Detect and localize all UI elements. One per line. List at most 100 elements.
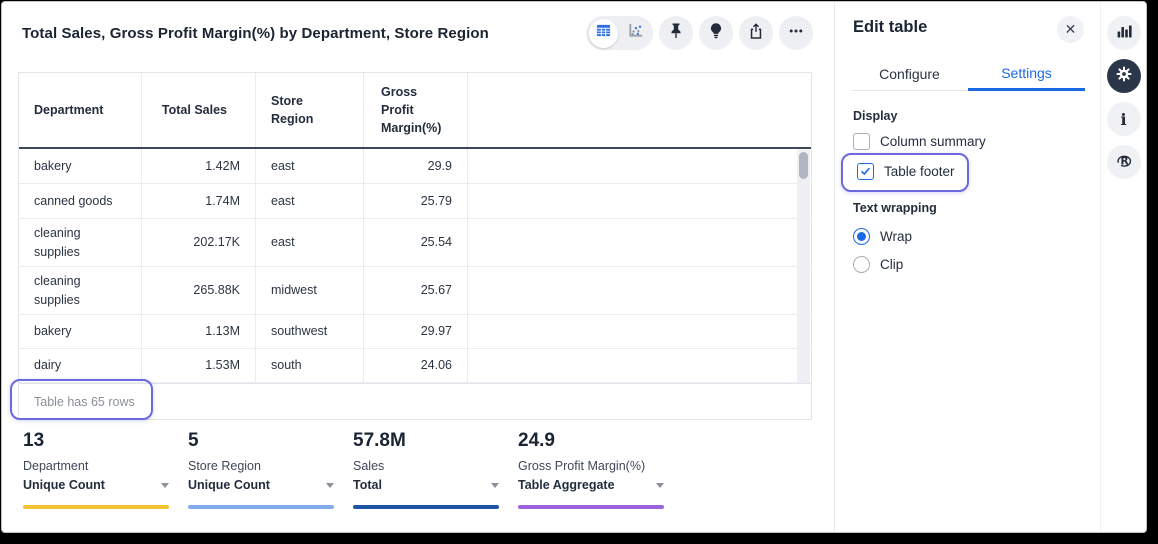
table-cell: [468, 267, 811, 314]
stat-field: Store Region: [188, 458, 334, 474]
checkbox-column-summary[interactable]: Column summary: [853, 133, 986, 150]
table-header-row: Department Total Sales Store Region Gros…: [19, 73, 811, 149]
table-footer: Table has 65 rows: [19, 383, 811, 419]
table-cell: east: [256, 219, 364, 266]
stat-store-region: 5 Store Region Unique Count: [188, 430, 334, 509]
stat-department: 13 Department Unique Count: [23, 430, 169, 509]
page-title: Total Sales, Gross Profit Margin(%) by D…: [22, 25, 489, 42]
table-cell: [468, 149, 811, 183]
insights-button[interactable]: [699, 16, 733, 50]
column-header-total-sales[interactable]: Total Sales: [142, 73, 256, 147]
more-icon: [787, 22, 805, 45]
table-view-button[interactable]: [589, 19, 618, 48]
radio-wrap[interactable]: Wrap: [853, 228, 912, 245]
stat-value: 13: [23, 430, 169, 452]
table-cell: [468, 349, 811, 382]
stat-field: Sales: [353, 458, 499, 474]
chevron-down-icon: [326, 483, 334, 488]
stat-gross-profit-margin: 24.9 Gross Profit Margin(%) Table Aggreg…: [518, 430, 664, 509]
visualization-button[interactable]: [1107, 16, 1141, 50]
text-wrapping-section-label: Text wrapping: [853, 201, 937, 215]
table-row: canned goods 1.74M east 25.79: [19, 184, 811, 219]
close-icon: ✕: [1065, 21, 1077, 38]
r-console-button[interactable]: R: [1107, 145, 1141, 179]
share-icon: [747, 22, 765, 45]
table-row: cleaning supplies 202.17K east 25.54: [19, 219, 811, 267]
table-row: cleaning supplies 265.88K midwest 25.67: [19, 267, 811, 315]
display-section-label: Display: [853, 109, 897, 123]
gear-icon: [1115, 65, 1133, 88]
edit-table-panel: Edit table ✕ Configure Settings Display …: [836, 2, 1100, 532]
share-button[interactable]: [739, 16, 773, 50]
column-header-store-region[interactable]: Store Region: [256, 73, 364, 147]
view-toggle: [586, 16, 653, 50]
stat-aggregation-dropdown[interactable]: Unique Count: [188, 477, 334, 494]
chart-toolbar: [586, 16, 813, 50]
table-row: bakery 1.42M east 29.9: [19, 149, 811, 184]
chart-view-icon: [627, 22, 644, 44]
more-button[interactable]: [779, 16, 813, 50]
app-window: Total Sales, Gross Profit Margin(%) by D…: [2, 2, 1146, 532]
checkbox-table-footer[interactable]: Table footer: [857, 163, 955, 180]
info-button[interactable]: i: [1107, 102, 1141, 136]
table-scrollbar[interactable]: [797, 150, 810, 383]
stat-aggregation-dropdown[interactable]: Table Aggregate: [518, 477, 664, 494]
report-canvas: Total Sales, Gross Profit Margin(%) by D…: [2, 2, 835, 532]
chevron-down-icon: [491, 483, 499, 488]
table-row: dairy 1.53M south 24.06: [19, 349, 811, 383]
pin-icon: [667, 22, 685, 45]
chart-view-button[interactable]: [621, 19, 650, 48]
tab-configure[interactable]: Configure: [851, 58, 968, 91]
stat-color-bar: [518, 505, 664, 509]
table-cell: 1.13M: [142, 315, 256, 348]
stat-color-bar: [23, 505, 169, 509]
stat-field: Department: [23, 458, 169, 474]
tab-settings[interactable]: Settings: [968, 58, 1085, 91]
svg-text:R: R: [1120, 155, 1128, 167]
radio-clip[interactable]: Clip: [853, 256, 903, 273]
column-header-department[interactable]: Department: [19, 73, 142, 147]
table-cell: [468, 219, 811, 266]
table-cell: 25.79: [364, 184, 468, 218]
table-row-count: Table has 65 rows: [34, 395, 135, 409]
table-cell: 202.17K: [142, 219, 256, 266]
data-table: Department Total Sales Store Region Gros…: [18, 72, 812, 420]
chevron-down-icon: [161, 483, 169, 488]
table-cell: 29.9: [364, 149, 468, 183]
table-cell: 1.42M: [142, 149, 256, 183]
stat-sales: 57.8M Sales Total: [353, 430, 499, 509]
table-cell: [468, 315, 811, 348]
close-button[interactable]: ✕: [1057, 16, 1084, 43]
stat-aggregation-dropdown[interactable]: Total: [353, 477, 499, 494]
bar-chart-icon: [1115, 22, 1133, 45]
settings-button[interactable]: [1107, 59, 1141, 93]
panel-tabs: Configure Settings: [851, 58, 1085, 91]
stat-value: 5: [188, 430, 334, 452]
column-header-gross-profit-margin[interactable]: Gross Profit Margin(%): [364, 73, 468, 147]
panel-title: Edit table: [853, 18, 927, 37]
info-icon: i: [1120, 110, 1126, 129]
table-cell: east: [256, 184, 364, 218]
stat-value: 24.9: [518, 430, 664, 452]
r-logo-icon: R: [1114, 150, 1134, 175]
table-cell: canned goods: [19, 184, 142, 218]
table-cell: bakery: [19, 315, 142, 348]
table-view-icon: [595, 22, 612, 44]
radio-unselected-icon: [853, 256, 870, 273]
checkbox-unchecked-icon: [853, 133, 870, 150]
table-cell: 24.06: [364, 349, 468, 382]
table-row: bakery 1.13M southwest 29.97: [19, 315, 811, 349]
lightbulb-icon: [707, 22, 725, 45]
table-cell: 25.67: [364, 267, 468, 314]
radio-selected-icon: [853, 228, 870, 245]
stat-aggregation-dropdown[interactable]: Unique Count: [23, 477, 169, 494]
column-header-empty: [468, 73, 811, 147]
right-icon-rail: i R: [1100, 2, 1146, 532]
stat-field: Gross Profit Margin(%): [518, 458, 664, 474]
table-cell: cleaning supplies: [19, 219, 142, 266]
summary-stats: 13 Department Unique Count 5 Store Regio…: [23, 430, 664, 509]
pin-button[interactable]: [659, 16, 693, 50]
table-cell: bakery: [19, 149, 142, 183]
table-cell: cleaning supplies: [19, 267, 142, 314]
table-scrollbar-thumb[interactable]: [799, 152, 808, 179]
